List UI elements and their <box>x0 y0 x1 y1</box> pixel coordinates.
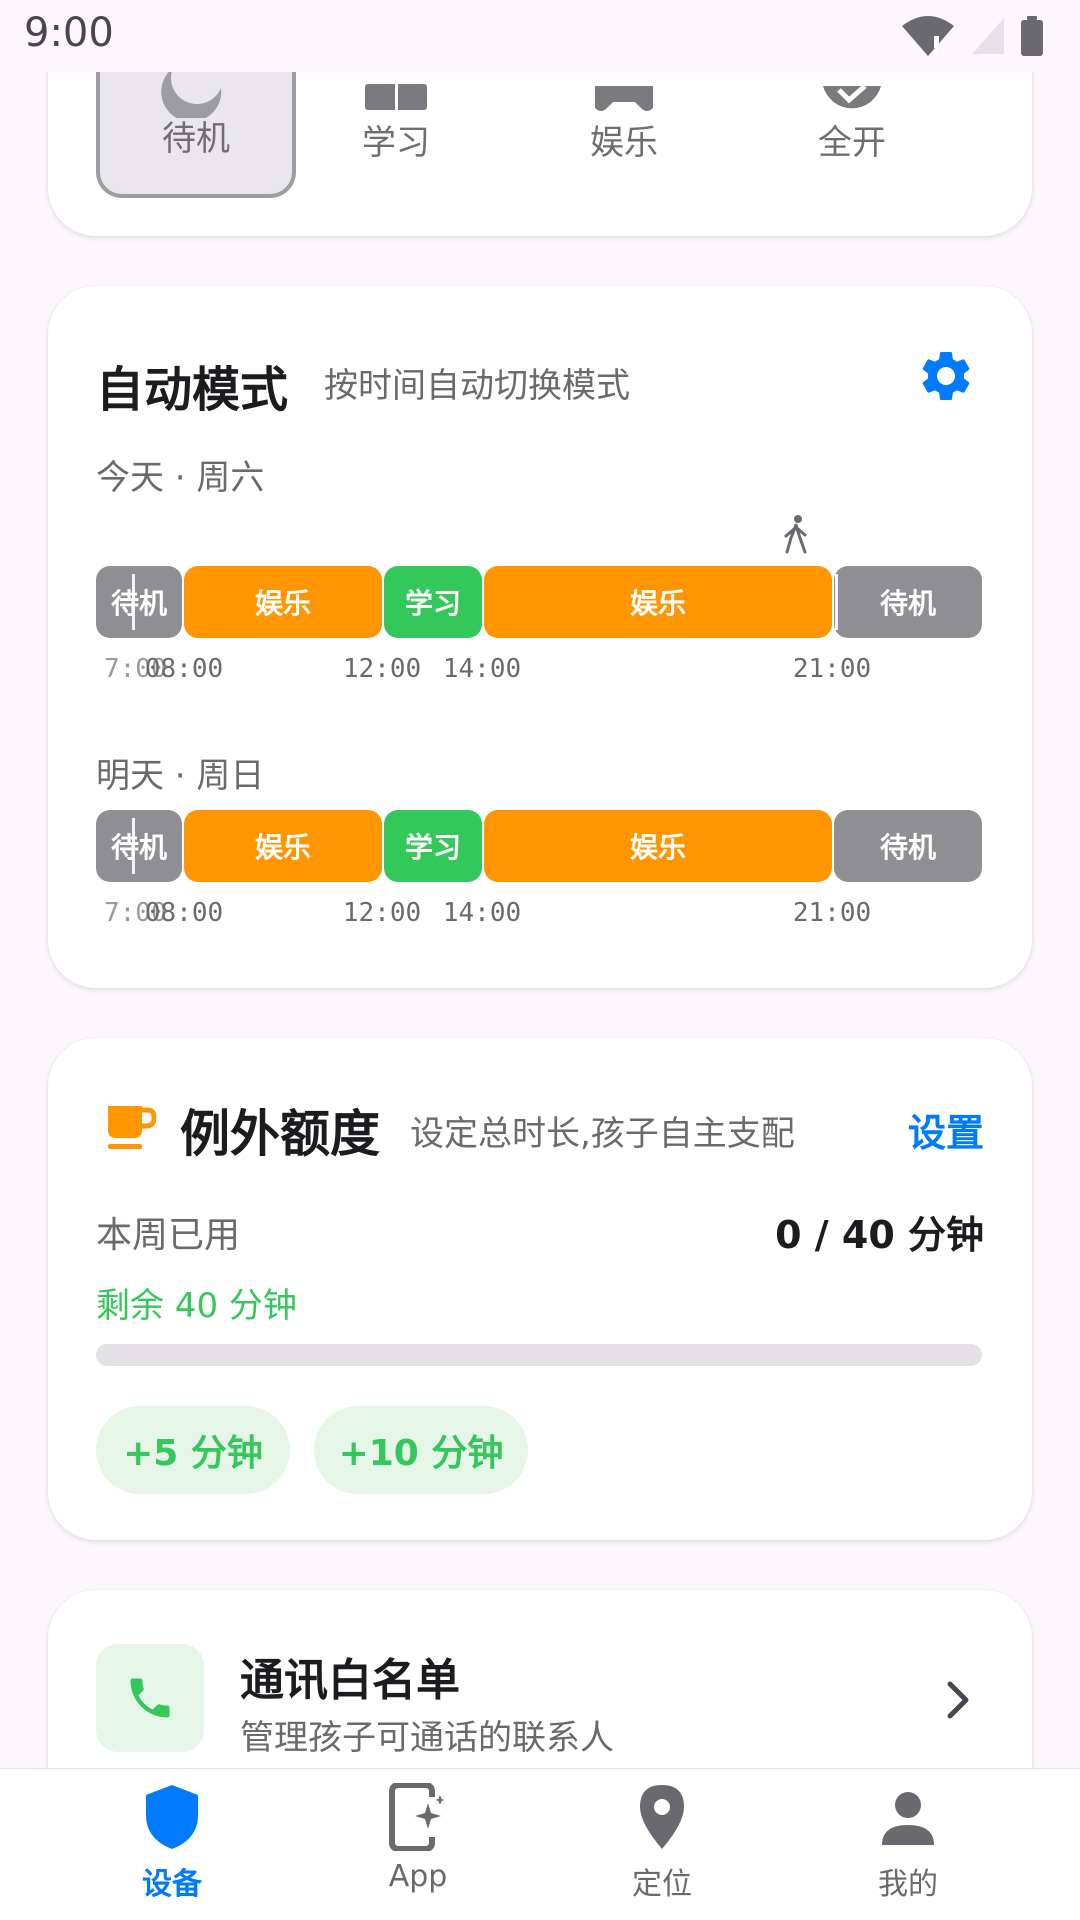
quota-title: 例外额度 <box>180 1105 380 1163</box>
status-icons <box>900 14 1044 58</box>
quota-progress-bar <box>96 1344 982 1366</box>
whitelist-subtitle: 管理孩子可通话的联系人 <box>240 1718 614 1758</box>
timeline-ticks-tomorrow: 7:00 08:00 12:00 14:00 21:00 <box>96 898 982 938</box>
weekly-used-label: 本周已用 <box>96 1215 241 1256</box>
quota-settings-link[interactable]: 设置 <box>908 1102 984 1157</box>
phone-icon-box <box>96 1644 204 1752</box>
day-label-today: 今天 · 周六 <box>96 458 265 498</box>
timeline-marker <box>132 818 135 874</box>
add-5-min-button[interactable]: +5 分钟 <box>96 1406 290 1494</box>
tick-label: 08:00 <box>144 898 224 928</box>
person-icon <box>882 1792 934 1845</box>
timeline-segment[interactable]: 学习 <box>384 810 482 882</box>
auto-mode-subtitle: 按时间自动切换模式 <box>324 366 630 406</box>
mode-label: 全开 <box>818 123 886 163</box>
wifi-icon <box>902 16 954 56</box>
location-pin-icon <box>640 1785 684 1849</box>
status-bar: 9:00 <box>0 0 1080 72</box>
nav-label: 定位 <box>632 1867 692 1902</box>
nav-app[interactable]: App <box>338 1783 498 1913</box>
remaining-text: 剩余 40 分钟 <box>96 1286 297 1326</box>
mode-label: 学习 <box>362 123 430 163</box>
tick-label: 14:00 <box>442 654 522 684</box>
status-time: 9:00 <box>24 10 114 56</box>
timeline-segment[interactable]: 娱乐 <box>184 566 382 638</box>
nav-device[interactable]: 设备 <box>92 1783 252 1913</box>
timeline-segment[interactable]: 娱乐 <box>184 810 382 882</box>
nav-location[interactable]: 定位 <box>582 1783 742 1913</box>
mode-label: 娱乐 <box>590 123 658 163</box>
nav-label: 设备 <box>142 1867 202 1902</box>
phone-icon <box>130 1678 170 1718</box>
timeline-segment[interactable]: 待机 <box>834 810 982 882</box>
shield-icon <box>146 1785 198 1849</box>
cell-signal-icon <box>972 18 1004 54</box>
timeline-marker <box>132 574 135 630</box>
tick-label: 21:00 <box>792 898 872 928</box>
walking-person-icon <box>784 515 807 554</box>
exception-quota-card: 例外额度 设定总时长,孩子自主支配 设置 本周已用 0 / 40 分钟 剩余 4… <box>48 1038 1032 1540</box>
auto-mode-title: 自动模式 <box>96 362 289 418</box>
nav-label: 我的 <box>878 1867 938 1902</box>
tick-label: 14:00 <box>442 898 522 928</box>
auto-mode-card: 自动模式 按时间自动切换模式 今天 · 周六 待机 娱乐 学习 娱乐 待机 7:… <box>48 286 1032 988</box>
cup-icon <box>108 1106 156 1149</box>
battery-icon <box>1021 16 1043 56</box>
tick-label: 12:00 <box>342 654 422 684</box>
tick-label: 21:00 <box>792 654 872 684</box>
timeline-today: 待机 娱乐 学习 娱乐 待机 <box>96 566 982 638</box>
timeline-segment[interactable]: 娱乐 <box>484 566 832 638</box>
app-sparkle-icon <box>389 1783 446 1851</box>
bottom-navigation: 设备 App 定位 我的 <box>0 1768 1080 1920</box>
whitelist-title: 通讯白名单 <box>240 1655 460 1706</box>
current-time-marker <box>835 574 838 630</box>
timeline-segment[interactable]: 待机 <box>96 566 182 638</box>
nav-label: App <box>388 1859 448 1894</box>
gear-icon[interactable] <box>916 346 976 406</box>
quota-subtitle: 设定总时长,孩子自主支配 <box>410 1114 795 1154</box>
timeline-tomorrow: 待机 娱乐 学习 娱乐 待机 <box>96 810 982 882</box>
timeline-ticks-today: 7:00 08:00 12:00 14:00 21:00 <box>96 654 982 694</box>
mode-label: 待机 <box>162 119 230 159</box>
add-10-min-button[interactable]: +10 分钟 <box>314 1406 528 1494</box>
tick-label: 12:00 <box>342 898 422 928</box>
timeline-segment[interactable]: 待机 <box>96 810 182 882</box>
timeline-segment[interactable]: 待机 <box>834 566 982 638</box>
timeline-segment[interactable]: 娱乐 <box>484 810 832 882</box>
weekly-used-value: 0 / 40 分钟 <box>775 1213 984 1257</box>
timeline-segment[interactable]: 学习 <box>384 566 482 638</box>
day-label-tomorrow: 明天 · 周日 <box>96 756 265 796</box>
chevron-right-icon <box>947 1681 969 1719</box>
nav-profile[interactable]: 我的 <box>828 1783 988 1913</box>
tick-label: 08:00 <box>144 654 224 684</box>
